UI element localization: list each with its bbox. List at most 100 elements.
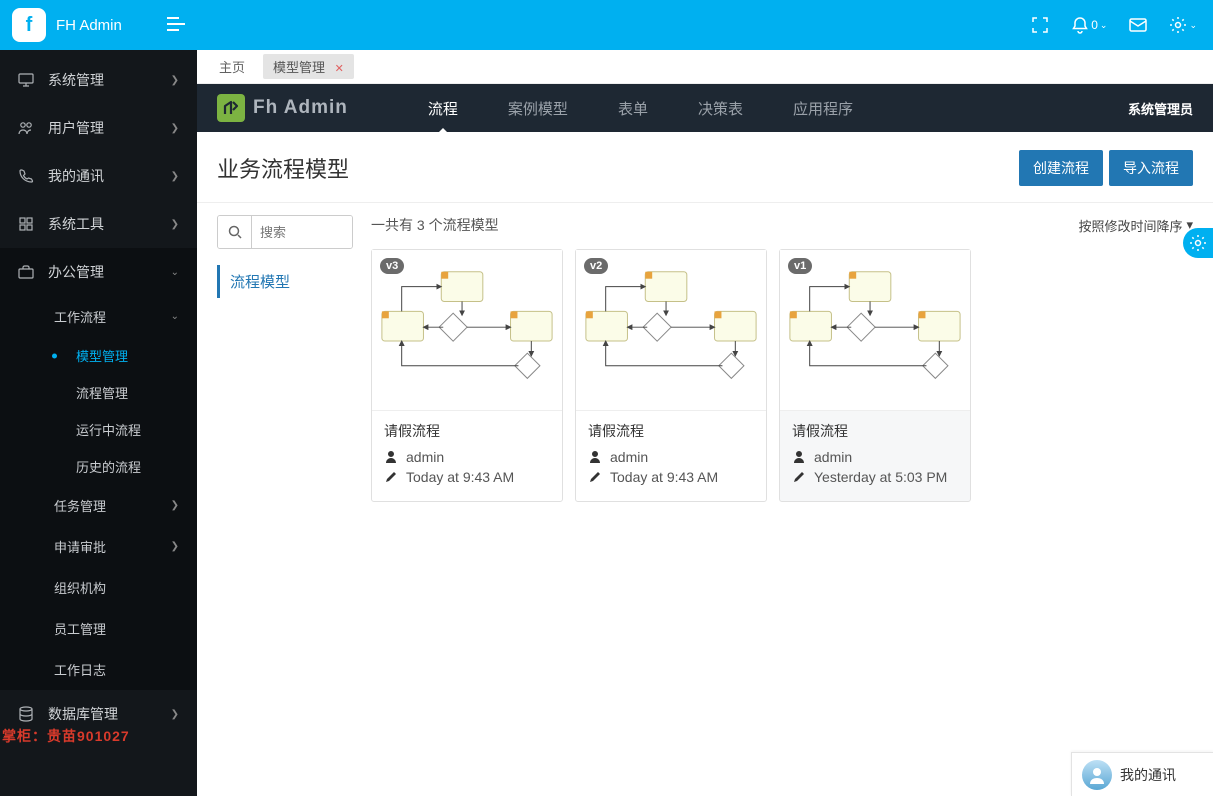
grid-icon: [18, 217, 34, 231]
create-process-button[interactable]: 创建流程: [1019, 150, 1103, 186]
right-column: 一共有 3 个流程模型 按照修改时间降序 ▾ v3: [371, 215, 1193, 784]
workflow-preview: [372, 250, 562, 408]
nav-label: 工作流程: [54, 307, 106, 326]
briefcase-icon: [18, 265, 34, 279]
inner-user[interactable]: 系统管理员: [1128, 99, 1193, 118]
chat-widget[interactable]: 我的通讯: [1071, 752, 1213, 796]
page-title: 业务流程模型: [217, 152, 349, 184]
user-icon: [588, 450, 602, 464]
result-count: 一共有 3 个流程模型: [371, 215, 499, 235]
inner-nav-case[interactable]: 案例模型: [508, 84, 568, 133]
content-frame: Fh Admin 流程 案例模型 表单 决策表 应用程序 系统管理员 业务流程模…: [197, 84, 1213, 796]
pencil-icon: [792, 470, 806, 484]
card-time: Yesterday at 5:03 PM: [814, 469, 947, 485]
chat-label: 我的通讯: [1120, 765, 1176, 785]
mail-icon[interactable]: [1129, 16, 1147, 34]
nav-worklog[interactable]: 工作日志: [0, 649, 197, 690]
settings-icon[interactable]: ⌄: [1169, 16, 1197, 34]
card-owner: admin: [406, 449, 444, 465]
card-title: 请假流程: [792, 421, 958, 441]
tab-active[interactable]: 模型管理 ✕: [263, 54, 354, 79]
chevron-right-icon: ❯: [171, 500, 179, 511]
inner-logo-mark: [217, 94, 245, 122]
model-card[interactable]: v2 请假流程 admin Today at 9:43 AM: [575, 249, 767, 502]
inner-nav-decision[interactable]: 决策表: [698, 84, 743, 133]
main: 0⌄ ⌄ 主页 模型管理 ✕ Fh Admin 流程 案例模: [197, 0, 1213, 796]
app-logo: f: [12, 8, 46, 42]
cards-grid: v3: [371, 249, 1193, 502]
tab-close-icon[interactable]: ✕: [335, 63, 344, 75]
chevron-right-icon: ❯: [171, 171, 179, 182]
inner-nav: 流程 案例模型 表单 决策表 应用程序: [428, 84, 853, 133]
page-header: 业务流程模型 创建流程 导入流程: [197, 132, 1213, 203]
nav-org[interactable]: 组织机构: [0, 567, 197, 608]
workflow-preview: [576, 250, 766, 408]
nav-workflow[interactable]: 工作流程 ⌄: [0, 296, 197, 337]
model-card[interactable]: v3: [371, 249, 563, 502]
search-wrap: [217, 215, 353, 249]
chevron-right-icon: ❯: [171, 123, 179, 134]
chevron-right-icon: ❯: [171, 75, 179, 86]
tabs-bar: 主页 模型管理 ✕: [197, 50, 1213, 84]
nav-label: 员工管理: [54, 619, 106, 638]
nav-running[interactable]: 运行中流程: [0, 411, 197, 448]
sidebar-header: f FH Admin: [0, 0, 197, 50]
nav-comm[interactable]: 我的通讯 ❯: [0, 152, 197, 200]
nav-label: 办公管理: [48, 262, 104, 282]
notification-icon[interactable]: 0⌄: [1071, 16, 1107, 34]
inner-logo-text: Fh Admin: [253, 97, 348, 119]
list-toolbar: 一共有 3 个流程模型 按照修改时间降序 ▾: [371, 215, 1193, 235]
inner-nav-process[interactable]: 流程: [428, 84, 458, 133]
card-time: Today at 9:43 AM: [406, 469, 514, 485]
nav: 系统管理 ❯ 用户管理 ❯ 我的通讯 ❯ 系统工具 ❯ 办公管理 ⌄: [0, 50, 197, 796]
nav-label: 工作日志: [54, 660, 106, 679]
nav-label: 申请审批: [54, 537, 106, 556]
app-title: FH Admin: [56, 17, 157, 34]
nav-employee[interactable]: 员工管理: [0, 608, 197, 649]
card-title: 请假流程: [588, 421, 754, 441]
import-process-button[interactable]: 导入流程: [1109, 150, 1193, 186]
nav-label: 组织机构: [54, 578, 106, 597]
tab-label: 模型管理: [273, 60, 325, 75]
left-column: 流程模型: [217, 215, 353, 784]
chevron-right-icon: ❯: [171, 219, 179, 230]
monitor-icon: [18, 73, 34, 87]
nav-model-mgmt[interactable]: 模型管理: [0, 337, 197, 374]
notif-count: 0: [1091, 18, 1098, 32]
nav-history[interactable]: 历史的流程: [0, 448, 197, 485]
chevron-right-icon: ❯: [171, 541, 179, 552]
sidebar: f FH Admin 系统管理 ❯ 用户管理 ❯ 我的通讯 ❯: [0, 0, 197, 796]
menu-toggle-icon[interactable]: [167, 17, 185, 34]
nav-office-sub: 工作流程 ⌄ 模型管理 流程管理 运行中流程 历史的流程 任务管理 ❯ 申请审批…: [0, 296, 197, 690]
nav-label: 系统工具: [48, 214, 104, 234]
nav-system[interactable]: 系统管理 ❯: [0, 56, 197, 104]
inner-nav-form[interactable]: 表单: [618, 84, 648, 133]
chevron-down-icon: ⌄: [171, 267, 179, 278]
nav-process-mgmt[interactable]: 流程管理: [0, 374, 197, 411]
nav-database[interactable]: 数据库管理 ❯: [0, 690, 197, 738]
topbar: 0⌄ ⌄: [197, 0, 1213, 50]
nav-label: 任务管理: [54, 496, 106, 515]
sort-dropdown[interactable]: 按照修改时间降序 ▾: [1078, 216, 1193, 235]
search-input[interactable]: [252, 216, 352, 248]
theme-settings-flyout[interactable]: [1183, 228, 1213, 258]
card-owner: admin: [814, 449, 852, 465]
nav-approval[interactable]: 申请审批 ❯: [0, 526, 197, 567]
filter-process-model[interactable]: 流程模型: [217, 265, 353, 298]
search-button[interactable]: [218, 216, 252, 248]
nav-office[interactable]: 办公管理 ⌄: [0, 248, 197, 296]
user-icon: [792, 450, 806, 464]
avatar-icon: [1082, 760, 1112, 790]
model-card[interactable]: v1 请假流程 admin Yesterday at 5:03: [779, 249, 971, 502]
inner-nav-app-program[interactable]: 应用程序: [793, 84, 853, 133]
pencil-icon: [588, 470, 602, 484]
nav-tools[interactable]: 系统工具 ❯: [0, 200, 197, 248]
card-time: Today at 9:43 AM: [610, 469, 718, 485]
tab-home[interactable]: 主页: [211, 54, 253, 79]
inner-logo: Fh Admin: [217, 94, 348, 122]
nav-label: 我的通讯: [48, 166, 104, 186]
nav-user[interactable]: 用户管理 ❯: [0, 104, 197, 152]
fullscreen-icon[interactable]: [1031, 16, 1049, 34]
nav-tasks[interactable]: 任务管理 ❯: [0, 485, 197, 526]
users-icon: [18, 121, 34, 135]
